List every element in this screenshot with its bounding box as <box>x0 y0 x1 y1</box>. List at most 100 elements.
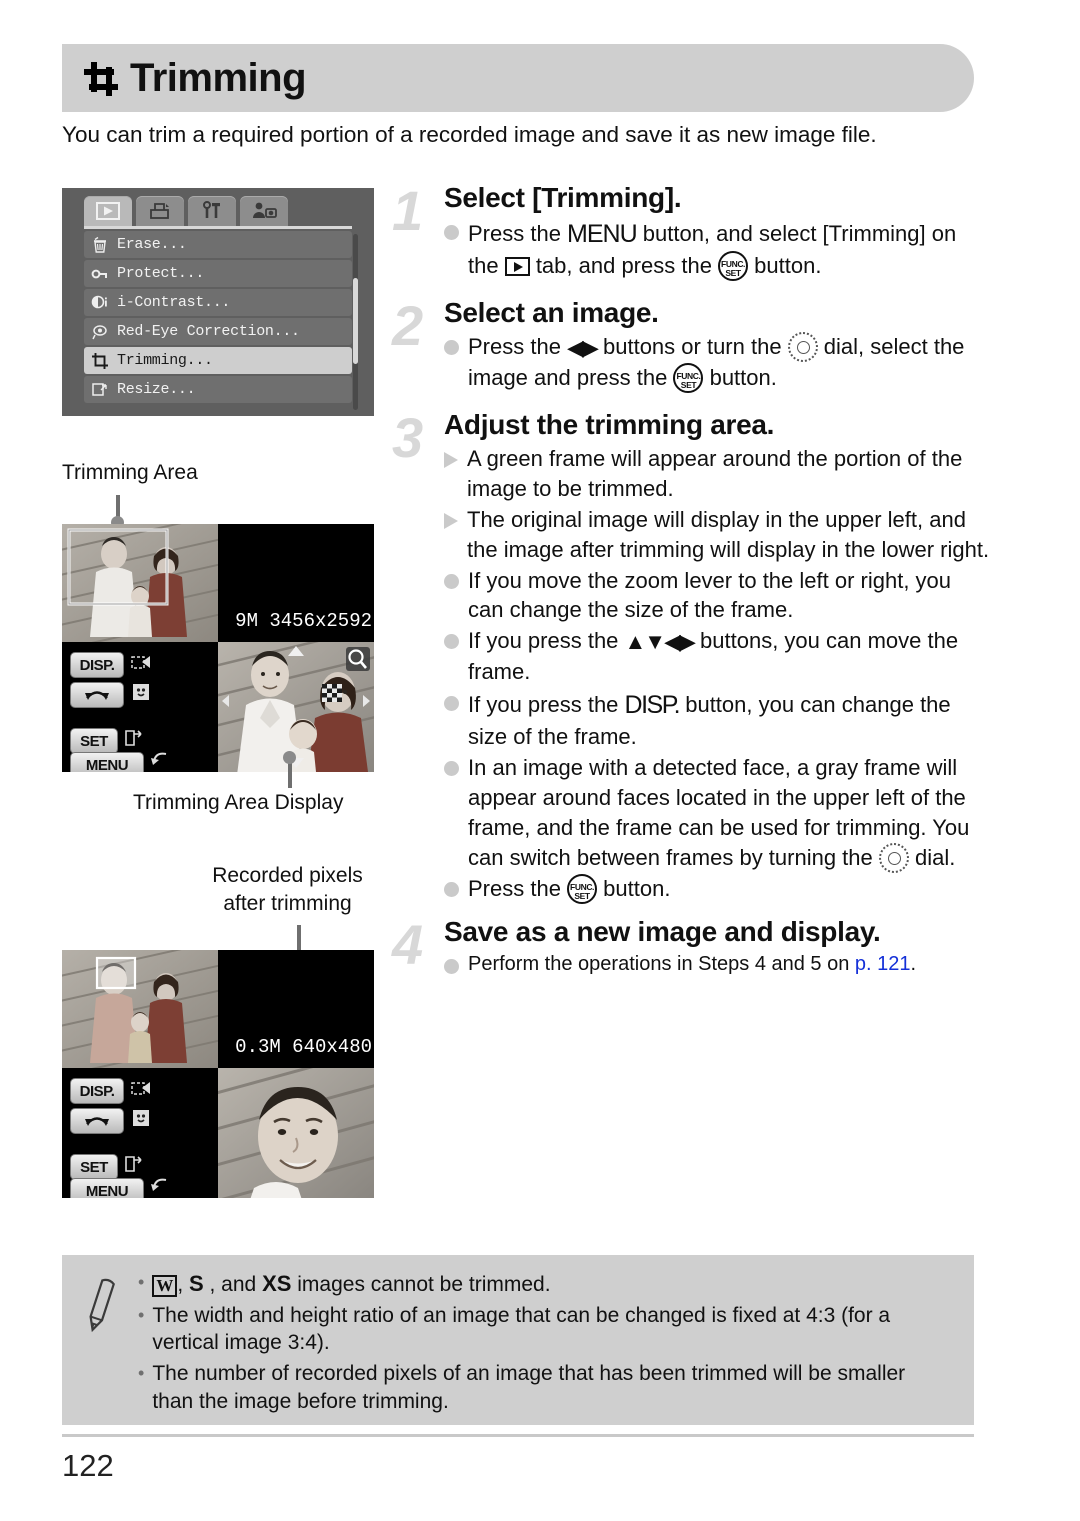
step-bullet: If you press the DISP. button, you can c… <box>444 688 992 752</box>
note-bullet-text: The number of recorded pixels of an imag… <box>152 1362 906 1413</box>
note-bullet-text: The width and height ratio of an image t… <box>152 1303 891 1355</box>
step-title: Adjust the trimming area. <box>444 408 775 440</box>
rotate-button-hint-top <box>70 682 124 708</box>
menu-tab-strip <box>62 188 374 226</box>
bullet-text: A green frame will appear around the por… <box>467 445 963 501</box>
menu-item-i-contrast[interactable]: i-Contrast... <box>84 289 352 316</box>
face-select-icon-bottom <box>130 1107 152 1133</box>
menu-button-glyph: MENU <box>567 220 638 248</box>
menu-item-label: Protect... <box>117 265 205 282</box>
step-title: Select [Trimming]. <box>444 182 682 213</box>
bullet-triangle-icon <box>444 512 458 529</box>
settings-tab[interactable] <box>188 196 236 226</box>
step-3-bullets: A green frame will appear around the por… <box>444 444 992 904</box>
bullet-text: In an image with a detected face, a gray… <box>468 753 992 873</box>
bullet-dot-icon <box>444 340 459 355</box>
original-image-thumbnail <box>62 524 218 642</box>
step-title: Save as a new image and display. <box>444 915 881 947</box>
disp-button-hint-bottom: DISP. <box>70 1078 124 1104</box>
intro-text: You can trim a required portion of a rec… <box>62 122 877 147</box>
menu-item-red-eye-correction[interactable]: Red-Eye Correction... <box>84 318 352 345</box>
bullet-text: The original image will display in the u… <box>467 506 990 562</box>
page-number: 122 <box>62 1448 114 1483</box>
frame-size-icon-top <box>130 652 152 678</box>
leader-dot-trimming-area-display <box>283 751 296 764</box>
bullet-dot-icon <box>444 573 459 589</box>
widescreen-size-glyph: W <box>152 1275 178 1297</box>
step-bullet: Press the MENU button, and select [Trimm… <box>444 217 992 281</box>
footer-rule <box>62 1434 974 1437</box>
note-bullet-dot-icon: • <box>138 1304 145 1325</box>
step-3: 3 Adjust the trimming area. A green fram… <box>392 407 992 904</box>
note-bullet: • The width and height ratio of an image… <box>138 1302 950 1357</box>
page-header-bar: Trimming <box>62 44 974 112</box>
caption-trimming-area-display: Trimming Area Display <box>133 791 344 814</box>
menu-item-resize[interactable]: Resize... <box>84 376 352 403</box>
step-number: 3 <box>392 405 424 469</box>
menu-item-trimming[interactable]: Trimming... <box>84 347 352 374</box>
note-bullet-dot-icon: • <box>138 1272 145 1292</box>
image-size-glyph: XS <box>262 1271 292 1296</box>
menu-item-protect[interactable]: Protect... <box>84 260 352 287</box>
playback-tab-glyph <box>504 257 530 276</box>
left-right-buttons-glyph: ◀▶ <box>567 335 599 360</box>
step-number: 1 <box>392 179 424 242</box>
original-image-thumbnail-bottom <box>62 950 218 1068</box>
playback-tab[interactable] <box>84 196 132 226</box>
step-bullet: If you press the ▲▼◀▶ buttons, you can m… <box>444 626 992 687</box>
control-dial-glyph <box>878 842 909 873</box>
menu-item-erase[interactable]: Erase... <box>84 231 352 258</box>
step-number: 2 <box>392 294 424 357</box>
bullet-text: If you press the DISP. button, you can c… <box>468 691 951 750</box>
trash-icon <box>90 235 110 255</box>
bullet-dot-icon <box>444 881 459 897</box>
pencil-icon <box>80 1277 120 1342</box>
note-bullet-text: W, S , and XS images cannot be trimmed. <box>152 1269 551 1299</box>
menu-item-label: Resize... <box>117 381 196 398</box>
set-button-hint-top: SET <box>70 728 118 754</box>
step-bullet: In an image with a detected face, a gray… <box>444 753 992 873</box>
save-icon-top <box>123 727 145 753</box>
my-camera-tab[interactable] <box>240 196 288 226</box>
back-arrow-icon-bottom <box>148 1176 170 1198</box>
bullet-text: If you press the ▲▼◀▶ buttons, you can m… <box>468 628 959 685</box>
step-bullet: Perform the operations in Steps 4 and 5 … <box>444 951 992 978</box>
step-bullet: Press the FUNC. SET button. <box>444 873 992 904</box>
page-reference-link[interactable]: p. 121 <box>855 953 911 975</box>
up-down-left-right-buttons-glyph: ▲▼◀▶ <box>624 629 696 655</box>
disp-button-hint-top: DISP. <box>70 652 124 678</box>
disp-button-glyph: DISP. <box>624 691 681 720</box>
func-set-button-glyph: FUNC. SET <box>673 362 704 393</box>
image-size-info-top: 9M 3456x2592 <box>235 610 372 632</box>
back-arrow-icon-top <box>148 750 170 772</box>
caption-trimming-area: Trimming Area <box>62 461 198 484</box>
func-set-button-glyph: FUNC. SET <box>567 873 598 904</box>
menu-button-hint-bottom: MENU <box>70 1178 144 1198</box>
bullet-text: If you move the zoom lever to the left o… <box>468 567 952 623</box>
bullet-triangle-icon <box>444 451 458 468</box>
bullet-text: Press the FUNC. SET button. <box>468 873 992 904</box>
bullet-dot-icon <box>444 634 459 650</box>
crop-icon <box>90 351 110 371</box>
print-tab[interactable] <box>136 196 184 226</box>
lcd-screenshot-recorded-pixels: 0.3M 640x480 DISP. SET MENU <box>62 950 374 1198</box>
step-bullet: The original image will display in the u… <box>444 505 992 565</box>
step-bullet: If you move the zoom lever to the left o… <box>444 566 992 626</box>
lcd-screenshot-trimming-area: 9M 3456x2592 DISP. SET MENU <box>62 524 374 772</box>
func-set-button-glyph: FUNC. SET <box>718 251 749 281</box>
note-bullet-list: • W, S , and XS images cannot be trimmed… <box>138 1269 950 1419</box>
caption-recorded-pixels-l1: Recorded pixels <box>212 864 363 887</box>
control-dial-glyph <box>787 332 818 362</box>
bullet-text: Press the MENU button, and select [Trimm… <box>468 217 992 281</box>
menu-scrollbar-thumb[interactable] <box>353 278 358 364</box>
note-bullet-dot-icon: • <box>138 1363 145 1384</box>
page-title: Trimming <box>130 56 307 100</box>
face-select-icon-top <box>130 681 152 707</box>
bullet-text: Perform the operations in Steps 4 and 5 … <box>468 952 917 975</box>
menu-tab-separator <box>84 226 352 229</box>
eye-icon <box>90 322 110 342</box>
resize-icon <box>90 380 110 400</box>
crop-icon <box>84 62 118 96</box>
step-2: 2 Select an image. Press the ◀▶ buttons … <box>392 295 992 393</box>
step-1: 1 Select [Trimming]. Press the MENU butt… <box>392 180 992 281</box>
